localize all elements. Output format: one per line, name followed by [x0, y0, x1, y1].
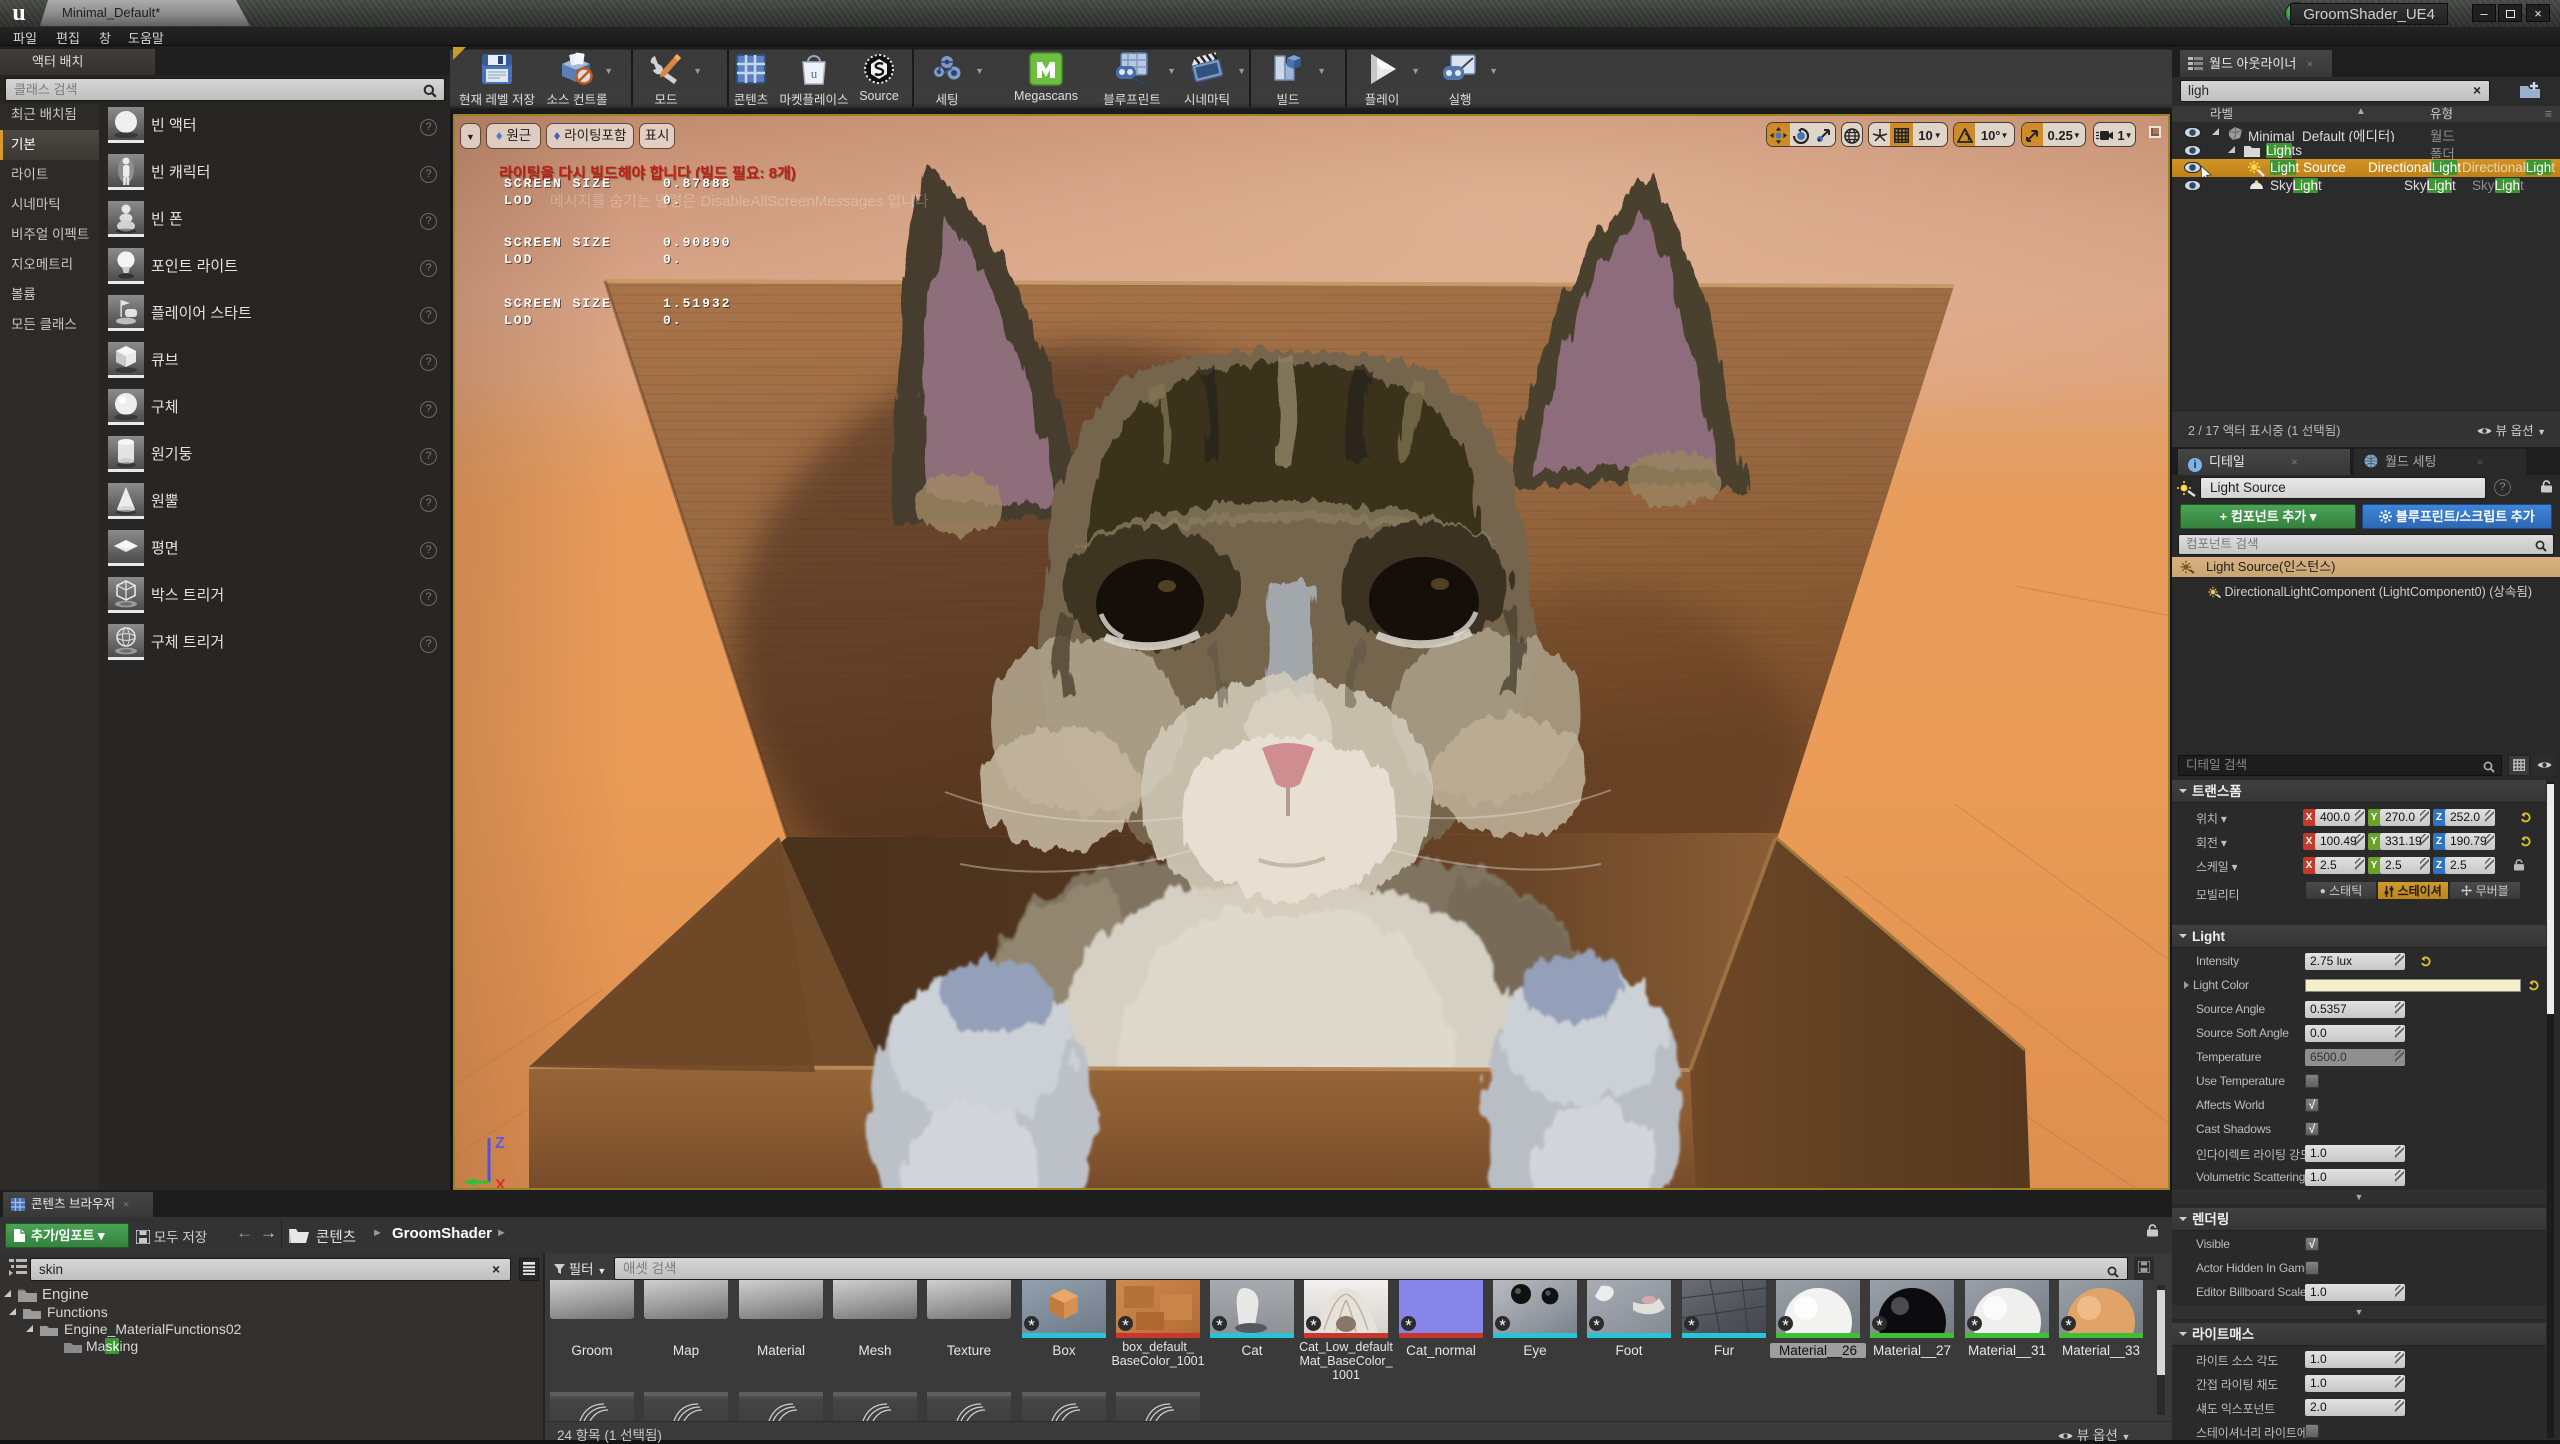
svg-text:u: u — [811, 66, 818, 81]
svg-text:Z: Z — [495, 1135, 505, 1152]
svg-text:X: X — [495, 1177, 506, 1188]
